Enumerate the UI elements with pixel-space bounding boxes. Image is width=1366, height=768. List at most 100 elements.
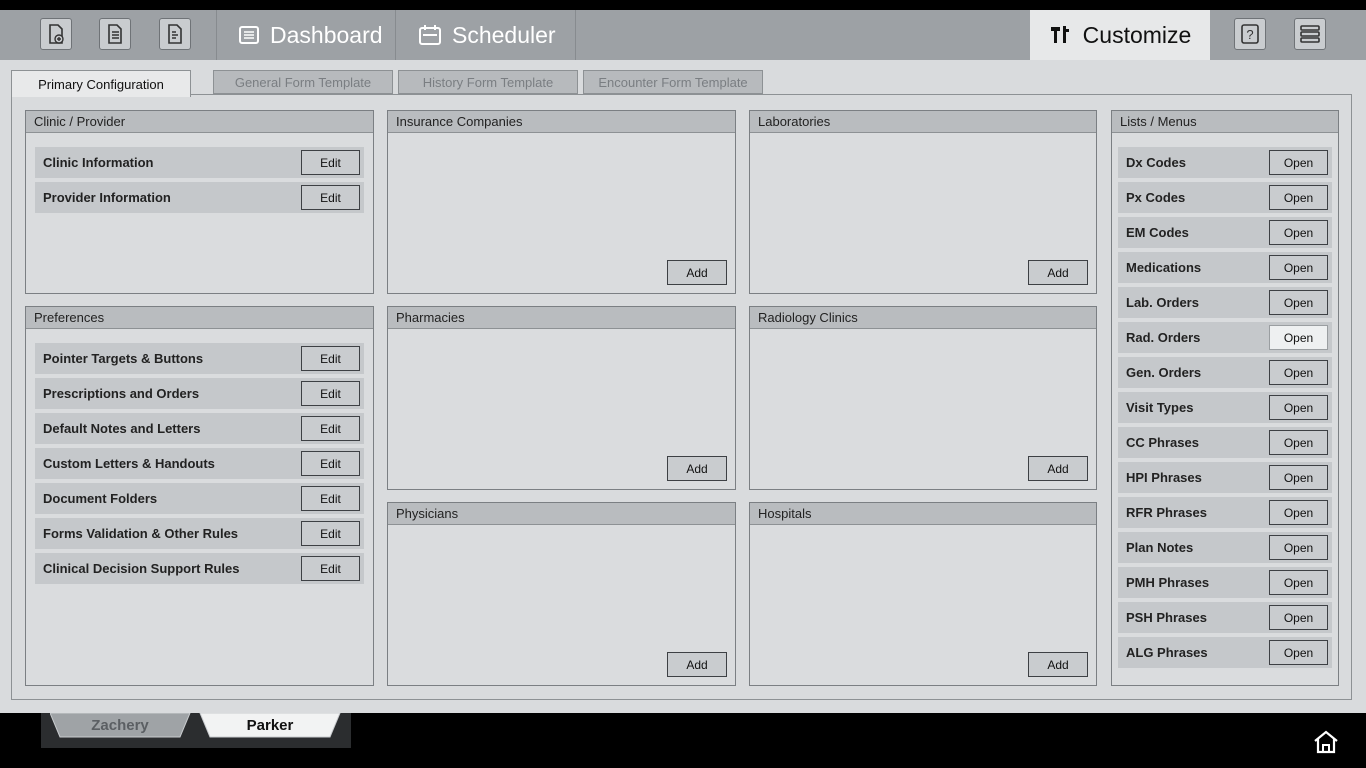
list-item: Rad. Orders Open [1118,322,1332,353]
item-label: Medications [1126,260,1202,275]
edit-button[interactable]: Edit [301,486,360,511]
open-button[interactable]: Open [1269,325,1328,350]
scheduler-nav-button[interactable]: Scheduler [418,10,556,60]
item-label: Plan Notes [1126,540,1194,555]
panel-title: Physicians [388,503,735,525]
list-item: Forms Validation & Other Rules Edit [35,518,364,549]
edit-button[interactable]: Edit [301,416,360,441]
open-button[interactable]: Open [1269,150,1328,175]
edit-button[interactable]: Edit [301,381,360,406]
list-item: PMH Phrases Open [1118,567,1332,598]
add-insurance-button[interactable]: Add [667,260,727,285]
list-item: Px Codes Open [1118,182,1332,213]
panel-title: Preferences [26,307,373,329]
item-label: Forms Validation & Other Rules [43,526,239,541]
top-toolbar: Dashboard Scheduler Customize ? [0,10,1366,60]
item-label: Dx Codes [1126,155,1186,170]
open-button[interactable]: Open [1269,535,1328,560]
panel-title: Pharmacies [388,307,735,329]
open-button[interactable]: Open [1269,255,1328,280]
list-item: ALG Phrases Open [1118,637,1332,668]
open-button[interactable]: Open [1269,465,1328,490]
list-item: Clinic Information Edit [35,147,364,178]
open-button[interactable]: Open [1269,605,1328,630]
list-item: Provider Information Edit [35,182,364,213]
customize-nav-button[interactable]: Customize [1030,10,1210,60]
item-label: Default Notes and Letters [43,421,201,436]
open-button[interactable]: Open [1269,185,1328,210]
item-label: Visit Types [1126,400,1194,415]
list-item: Document Folders Edit [35,483,364,514]
open-button[interactable]: Open [1269,220,1328,245]
clinic-provider-panel: Clinic / Provider Clinic Information Edi… [25,110,374,294]
panel-title: Laboratories [750,111,1096,133]
list-item: Pointer Targets & Buttons Edit [35,343,364,374]
edit-button[interactable]: Edit [301,150,360,175]
document-list-icon[interactable] [159,18,191,50]
patient-tab-zachery[interactable]: Zachery [60,713,180,737]
hospitals-panel: Hospitals Add [749,502,1097,686]
tab-label: Encounter Form Template [598,74,748,90]
item-label: Lab. Orders [1126,295,1199,310]
item-label: Gen. Orders [1126,365,1202,380]
customize-label: Customize [1082,21,1192,48]
item-label: Clinic Information [43,155,154,170]
list-item: EM Codes Open [1118,217,1332,248]
home-icon[interactable] [1312,729,1340,755]
item-label: ALG Phrases [1126,645,1208,660]
open-button[interactable]: Open [1269,570,1328,595]
item-label: Px Codes [1126,190,1186,205]
add-hospital-button[interactable]: Add [1028,652,1088,677]
open-button[interactable]: Open [1269,395,1328,420]
tab-label: General Form Template [234,74,372,90]
item-label: Custom Letters & Handouts [43,456,215,471]
tab-general-form-template[interactable]: General Form Template [213,70,393,94]
item-label: HPI Phrases [1126,470,1202,485]
edit-button[interactable]: Edit [301,346,360,371]
patient-tab-label: Zachery [91,716,149,734]
edit-button[interactable]: Edit [301,556,360,581]
patient-tab-parker[interactable]: Parker [210,713,330,737]
open-button[interactable]: Open [1269,640,1328,665]
edit-button[interactable]: Edit [301,185,360,210]
open-button[interactable]: Open [1269,430,1328,455]
newspaper-icon [239,26,259,44]
panel-title: Clinic / Provider [26,111,373,133]
tab-primary-configuration[interactable]: Primary Configuration [11,70,191,97]
list-item: Lab. Orders Open [1118,287,1332,318]
item-label: Clinical Decision Support Rules [43,561,240,576]
dashboard-label: Dashboard [270,21,383,48]
list-item: Plan Notes Open [1118,532,1332,563]
edit-button[interactable]: Edit [301,451,360,476]
open-button[interactable]: Open [1269,360,1328,385]
add-pharmacy-button[interactable]: Add [667,456,727,481]
preferences-panel: Preferences Pointer Targets & Buttons Ed… [25,306,374,686]
menu-stack-icon[interactable] [1294,18,1326,50]
tab-encounter-form-template[interactable]: Encounter Form Template [583,70,763,94]
physicians-panel: Physicians Add [387,502,736,686]
item-label: Provider Information [43,190,171,205]
open-button[interactable]: Open [1269,500,1328,525]
list-item: Medications Open [1118,252,1332,283]
list-item: Clinical Decision Support Rules Edit [35,553,364,584]
open-button[interactable]: Open [1269,290,1328,315]
help-icon[interactable]: ? [1234,18,1266,50]
item-label: Prescriptions and Orders [43,386,200,401]
list-item: CC Phrases Open [1118,427,1332,458]
document-icon[interactable] [99,18,131,50]
add-radiology-clinic-button[interactable]: Add [1028,456,1088,481]
tab-history-form-template[interactable]: History Form Template [398,70,578,94]
item-label: Pointer Targets & Buttons [43,351,204,366]
insurance-companies-panel: Insurance Companies Add [387,110,736,294]
panel-title: Lists / Menus [1112,111,1338,133]
edit-button[interactable]: Edit [301,521,360,546]
list-item: HPI Phrases Open [1118,462,1332,493]
laboratories-panel: Laboratories Add [749,110,1097,294]
list-item: Dx Codes Open [1118,147,1332,178]
add-laboratory-button[interactable]: Add [1028,260,1088,285]
panel-title: Radiology Clinics [750,307,1096,329]
new-document-icon[interactable] [40,18,72,50]
add-physician-button[interactable]: Add [667,652,727,677]
dashboard-nav-button[interactable]: Dashboard [238,10,383,60]
calendar-icon [419,25,441,45]
